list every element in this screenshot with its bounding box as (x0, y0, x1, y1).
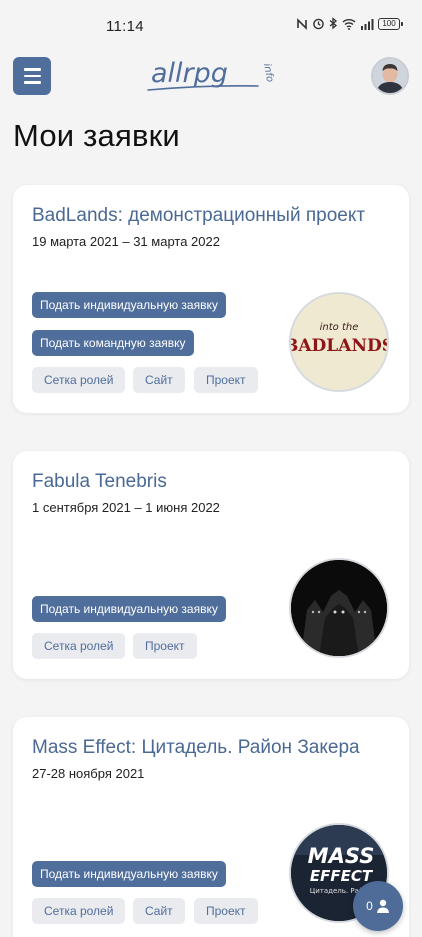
project-card: Fabula Tenebris 1 сентября 2021 – 1 июня… (13, 451, 409, 679)
team-application-button[interactable]: Подать командную заявку (32, 330, 194, 356)
project-card: BadLands: демонстрационный проект 19 мар… (13, 185, 409, 413)
menu-button[interactable] (13, 57, 51, 95)
wifi-icon (342, 18, 356, 30)
badlands-small-text: into the (320, 322, 359, 333)
roles-grid-button[interactable]: Сетка ролей (32, 367, 126, 393)
menu-line-icon (23, 81, 41, 84)
individual-application-button[interactable]: Подать индивидуальную заявку (32, 861, 226, 887)
menu-line-icon (23, 68, 41, 71)
avatar-photo-icon (373, 59, 407, 93)
dark-figures-icon (291, 560, 387, 656)
project-dates: 27-28 ноября 2021 (32, 766, 145, 781)
status-icons: 100 (296, 17, 403, 30)
site-button[interactable]: Сайт (133, 898, 185, 924)
project-button[interactable]: Проект (133, 633, 197, 659)
allrpg-logo[interactable]: allrpg info (146, 56, 281, 96)
roles-grid-button[interactable]: Сетка ролей (32, 633, 126, 659)
badlands-logo-icon: into the BADLANDS (291, 294, 387, 390)
status-bar: 11:14 100 (0, 0, 422, 52)
project-title[interactable]: BadLands: демонстрационный проект (32, 205, 365, 227)
individual-application-button[interactable]: Подать индивидуальную заявку (32, 596, 226, 622)
battery-icon: 100 (378, 17, 403, 30)
badlands-logo: into the BADLANDS (289, 292, 389, 392)
user-icon (376, 899, 389, 913)
project-dates: 19 марта 2021 – 31 марта 2022 (32, 234, 220, 249)
project-button[interactable]: Проект (194, 898, 258, 924)
participants-fab[interactable]: 0 (353, 881, 403, 931)
bluetooth-icon (329, 17, 338, 30)
logo-suffix: info (261, 63, 275, 83)
project-button[interactable]: Проект (194, 367, 258, 393)
page-title: Мои заявки (13, 118, 180, 153)
project-dates: 1 сентября 2021 – 1 июня 2022 (32, 500, 220, 515)
user-avatar[interactable] (371, 57, 409, 95)
project-card: Mass Effect: Цитадель. Район Закера 27-2… (13, 717, 409, 937)
logo-text: allrpg (151, 58, 228, 89)
dark-figures-image (289, 558, 389, 658)
app-header: allrpg info (0, 56, 422, 96)
fab-count: 0 (366, 899, 373, 913)
mass-text: MASS (308, 844, 375, 868)
badlands-big-text: BADLANDS (291, 336, 387, 356)
status-time: 11:14 (106, 18, 144, 35)
site-button[interactable]: Сайт (133, 367, 185, 393)
roles-grid-button[interactable]: Сетка ролей (32, 898, 126, 924)
nfc-icon (297, 17, 307, 30)
effect-text: EFFECT (310, 867, 374, 885)
alarm-icon (313, 18, 324, 30)
signal-icon (361, 18, 374, 30)
project-title[interactable]: Fabula Tenebris (32, 471, 167, 493)
project-title[interactable]: Mass Effect: Цитадель. Район Закера (32, 737, 360, 759)
individual-application-button[interactable]: Подать индивидуальную заявку (32, 292, 226, 318)
menu-line-icon (23, 74, 41, 78)
